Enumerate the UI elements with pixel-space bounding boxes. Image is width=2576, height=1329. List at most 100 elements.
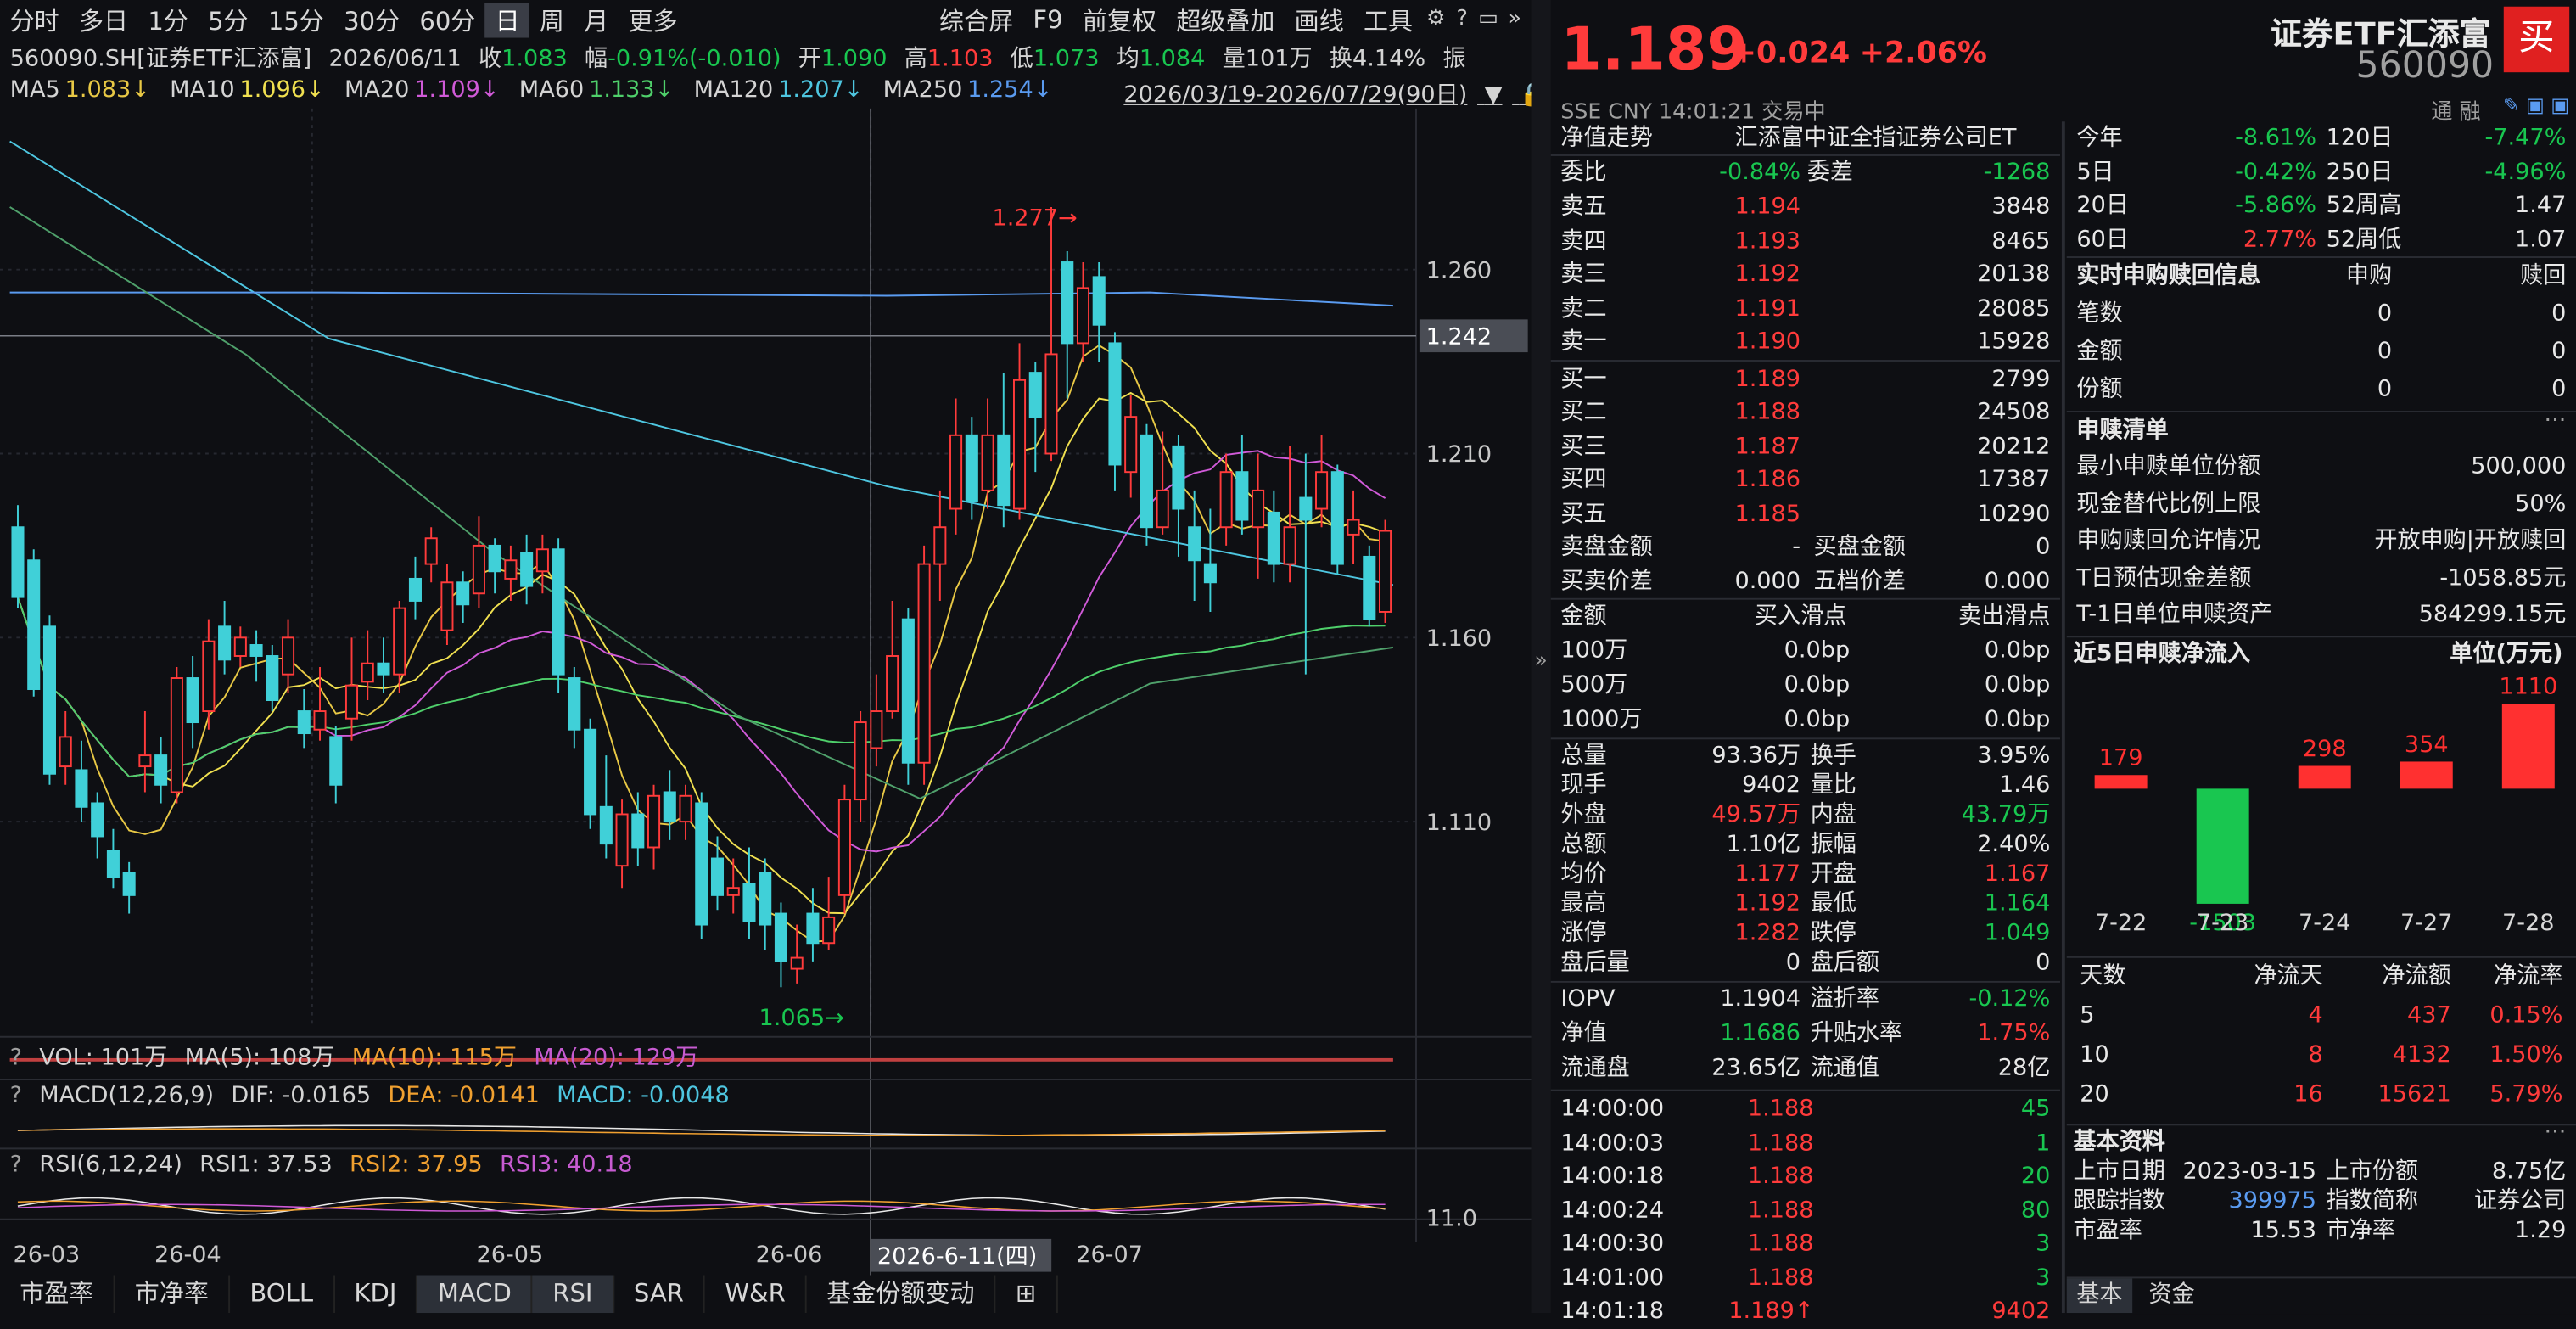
data-row: 卖五 1.194 3848 bbox=[1551, 191, 2060, 226]
divider bbox=[1550, 1089, 2060, 1091]
tick-volume: 45 bbox=[2020, 1096, 2051, 1123]
help-icon[interactable]: ? bbox=[1449, 7, 1476, 33]
cell: 份额 bbox=[2076, 376, 2123, 403]
candle-body bbox=[218, 625, 232, 661]
bid-label: 买四 bbox=[1560, 466, 1607, 493]
toolbar-button[interactable]: F9 bbox=[1023, 5, 1072, 35]
more-icon[interactable]: ··· bbox=[2544, 1119, 2566, 1145]
gear-icon[interactable]: ⚙ bbox=[1423, 7, 1449, 33]
more-icon[interactable]: ··· bbox=[2544, 407, 2566, 434]
cell: 1.29 bbox=[2514, 1216, 2567, 1243]
data-row: 净值 1.1686 升贴水率 1.75% bbox=[1551, 1018, 2060, 1052]
data-row: 买二 1.188 24508 bbox=[1551, 396, 2060, 431]
indicator-tab[interactable]: W&R bbox=[705, 1275, 808, 1314]
ma-value: 1.254↓ bbox=[967, 77, 1053, 104]
period-tab[interactable]: 5分 bbox=[198, 3, 258, 37]
data-row: 14:00:24 1.188 80 bbox=[1551, 1194, 2060, 1229]
buy-button[interactable]: 买 bbox=[2503, 6, 2570, 73]
cell: 0.0bp bbox=[1784, 706, 1851, 733]
candle-body bbox=[870, 710, 883, 749]
candle-body bbox=[679, 794, 692, 823]
indicator-tab[interactable]: RSI bbox=[533, 1275, 614, 1314]
order-book: 净值走势 汇添富中证全指证券公司ET 委比 -0.84% 委差 -1268 卖五 1.194 3… bbox=[1550, 121, 2060, 1325]
period-tab[interactable]: 1分 bbox=[138, 3, 199, 37]
netflow-chart: 1797-22 -15037-232987-243547-2711107-28 bbox=[2094, 673, 2557, 935]
indicator-tabs: 市盈率 市净率 BOLL KDJ MACD RSI SAR W&R 基金份额变动 ⊞ bbox=[0, 1275, 1532, 1314]
right-tab[interactable]: 基本 bbox=[2066, 1278, 2133, 1314]
data-row: 20日 -5.86% 52周高 1.47 bbox=[2067, 189, 2576, 224]
data-row: T日预估现金差额 -1058.85元 bbox=[2067, 561, 2576, 596]
cell: 0 bbox=[2551, 300, 2567, 328]
help-icon[interactable]: ? bbox=[10, 1045, 22, 1071]
tick-time: 14:01:18 bbox=[1560, 1298, 1665, 1325]
date-range[interactable]: 2026/03/19-2026/07/29(90日) ▼ 🔒 bbox=[1123, 77, 1558, 110]
tick-price: 1.188 bbox=[1747, 1130, 1814, 1157]
help-icon[interactable]: ? bbox=[10, 1083, 22, 1109]
period-tab[interactable]: 日 bbox=[484, 2, 530, 37]
period-tab[interactable]: 更多 bbox=[619, 3, 687, 37]
indicator-tab[interactable]: 基金份额变动 bbox=[807, 1275, 996, 1314]
period-tab[interactable]: 60分 bbox=[410, 3, 485, 37]
candle-body bbox=[233, 636, 247, 657]
indicator-tab[interactable]: SAR bbox=[614, 1275, 706, 1314]
netflow-value: 298 bbox=[2303, 735, 2347, 761]
right-tab[interactable]: 资金 bbox=[2139, 1278, 2204, 1313]
candle-body bbox=[377, 662, 390, 676]
bid-label: 买三 bbox=[1560, 433, 1607, 460]
cell: 净流率 bbox=[2494, 962, 2563, 989]
indicator-tab[interactable]: ⊞ bbox=[996, 1275, 1058, 1314]
tick-price: 1.188 bbox=[1747, 1163, 1814, 1190]
candle-body bbox=[1140, 434, 1153, 529]
bid-price: 1.186 bbox=[1734, 466, 1801, 493]
close-value: 1.083 bbox=[501, 46, 568, 73]
candle-body bbox=[790, 956, 804, 970]
data-row: 14:01:00 1.188 3 bbox=[1551, 1261, 2060, 1296]
bid-volume: 10290 bbox=[1977, 500, 2051, 527]
expand-icon[interactable]: » bbox=[1534, 649, 1547, 674]
crosshair-date: 2026-6-11(四) bbox=[877, 1243, 1037, 1270]
netflow-bar bbox=[2501, 703, 2555, 788]
toolbar-button[interactable]: 综合屏 bbox=[929, 3, 1022, 37]
rsi3: RSI3: 40.18 bbox=[499, 1152, 633, 1179]
cell: 0 bbox=[2377, 300, 2393, 328]
period-tab[interactable]: 30分 bbox=[333, 3, 409, 37]
period-tab[interactable]: 月 bbox=[574, 3, 619, 37]
period-tab[interactable]: 分时 bbox=[0, 3, 69, 37]
help-icon[interactable]: ? bbox=[10, 1152, 22, 1178]
toolbar-button[interactable]: 超级叠加 bbox=[1167, 3, 1285, 37]
candle-body bbox=[1267, 511, 1280, 565]
ma-label: MA120 bbox=[693, 77, 774, 104]
macd-legend: ? MACD(12,26,9) DIF: -0.0165 DEA: -0.014… bbox=[10, 1083, 740, 1109]
window-icons[interactable]: ✎ ▣ ▣ bbox=[2503, 93, 2569, 116]
cell: 流通盘 bbox=[1560, 1055, 1630, 1082]
bid-price: 1.185 bbox=[1734, 500, 1801, 527]
cell: 23.65亿 bbox=[1711, 1055, 1801, 1082]
indicator-tab[interactable]: 市盈率 bbox=[0, 1275, 115, 1314]
toolbar-button[interactable]: 画线 bbox=[1285, 3, 1353, 37]
indicator-tab[interactable]: KDJ bbox=[334, 1275, 418, 1314]
period-tab[interactable]: 周 bbox=[529, 3, 574, 37]
dropdown-icon[interactable]: ▼ bbox=[1485, 82, 1503, 109]
indicator-tab[interactable]: 市净率 bbox=[115, 1275, 231, 1314]
tick-price: 1.188 bbox=[1747, 1264, 1814, 1291]
cell: 申购赎回允许情况 bbox=[2076, 527, 2261, 554]
screen-icon[interactable]: ▭ bbox=[1476, 7, 1502, 33]
candle-body bbox=[266, 655, 279, 702]
ma120-line bbox=[9, 140, 1394, 586]
netflow-date: 7-23 bbox=[2197, 909, 2248, 935]
section-title: 实时申购赎回信息 bbox=[2076, 262, 2261, 289]
period-tab[interactable]: 多日 bbox=[69, 3, 137, 37]
candle-body bbox=[726, 887, 740, 896]
high-value: 1.103 bbox=[927, 46, 994, 73]
cell: 500万 bbox=[1560, 671, 1628, 698]
period-tab[interactable]: 15分 bbox=[258, 3, 333, 37]
data-row: 流通盘 23.65亿 流通值 28亿 bbox=[1551, 1051, 2060, 1086]
indicator-tab[interactable]: BOLL bbox=[230, 1275, 335, 1314]
cell: 15621 bbox=[2377, 1080, 2451, 1108]
double-chevron-icon[interactable]: » bbox=[1502, 7, 1528, 33]
ask-volume: 15928 bbox=[1977, 328, 2051, 356]
candle-body bbox=[75, 769, 88, 808]
indicator-tab[interactable]: MACD bbox=[417, 1275, 534, 1314]
toolbar-button[interactable]: 前复权 bbox=[1072, 3, 1166, 37]
toolbar-button[interactable]: 工具 bbox=[1353, 3, 1422, 37]
